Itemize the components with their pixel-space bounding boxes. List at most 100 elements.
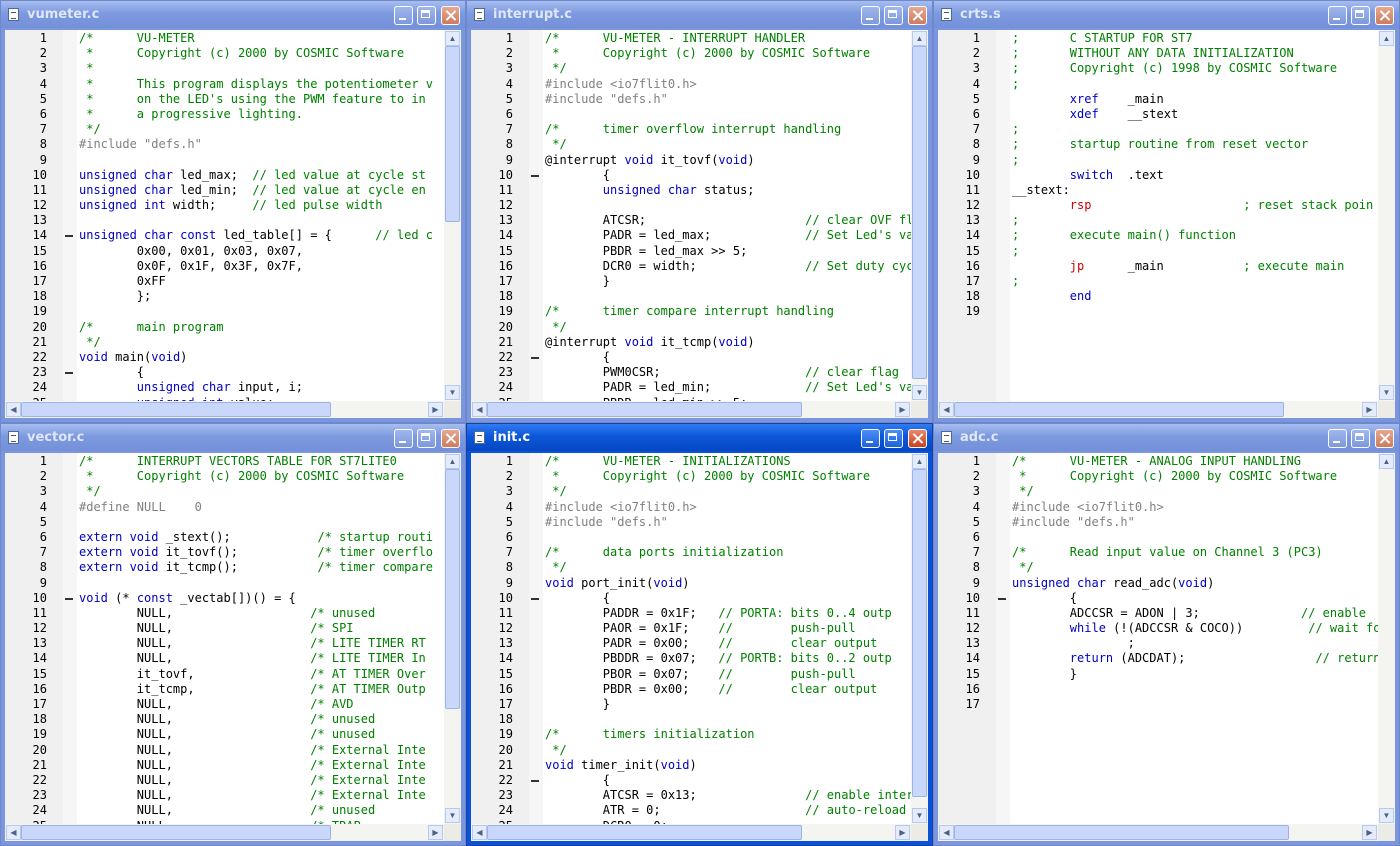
code-line[interactable]: ; C STARTUP FOR ST7 [1010, 31, 1378, 46]
code-line[interactable]: PAOR = 0x1F; // push-pull [543, 621, 911, 636]
scroll-up-arrow-icon[interactable]: ▲ [445, 31, 460, 46]
code-line[interactable]: ATCSR = 0x13; // enable interr [543, 788, 911, 803]
editor-window-interrupt[interactable]: interrupt.c 1 2 3 4 5 6 7 8 9 10 11 12 13 14 15 16 17 18 19… [466, 0, 933, 423]
editor-client[interactable]: 1 2 3 4 5 6 7 8 9 10 11 12 13 14 15 16 17 18 19; C STARTUP… [938, 30, 1395, 418]
horizontal-scroll-thumb[interactable] [487, 402, 802, 417]
code-line[interactable]: */ [1010, 560, 1378, 575]
editor-client[interactable]: 1234567891011121314151617181920212223242… [471, 30, 928, 418]
code-line[interactable]: } [543, 274, 911, 289]
code-line[interactable]: end [1010, 289, 1378, 304]
horizontal-scroll-thumb[interactable] [954, 825, 1289, 840]
minimize-button[interactable] [861, 6, 880, 25]
horizontal-scrollbar[interactable]: ◀ ▶ [938, 401, 1378, 418]
code-line[interactable] [543, 530, 911, 545]
code-line[interactable]: /* VU-METER [77, 31, 444, 46]
scroll-left-arrow-icon[interactable]: ◀ [939, 402, 954, 417]
code-line[interactable]: { [1010, 591, 1378, 606]
code-line[interactable]: /* timers initialization [543, 727, 911, 742]
code-line[interactable] [543, 712, 911, 727]
scroll-right-arrow-icon[interactable]: ▶ [1362, 402, 1377, 417]
code-area[interactable]: /* VU-METER - ANALOG INPUT HANDLING * Co… [1010, 453, 1378, 824]
code-line[interactable]: * a progressive lighting. [77, 107, 444, 122]
fold-collapse-icon[interactable] [996, 591, 1010, 606]
scroll-left-arrow-icon[interactable]: ◀ [472, 402, 487, 417]
scroll-down-arrow-icon[interactable]: ▼ [912, 385, 927, 400]
code-line[interactable]: NULL, /* unused [77, 803, 444, 818]
code-line[interactable]: /* data ports initialization [543, 545, 911, 560]
resize-grip[interactable] [1378, 824, 1395, 841]
fold-collapse-icon[interactable] [529, 591, 543, 606]
code-line[interactable]: * Copyright (c) 2000 by COSMIC Software [543, 469, 911, 484]
code-line[interactable]: NULL, /* External Inte [77, 773, 444, 788]
code-line[interactable]: } [543, 697, 911, 712]
code-line[interactable] [543, 198, 911, 213]
code-line[interactable]: PBDDR = 0x07; // PORTB: bits 0..2 outp [543, 651, 911, 666]
code-line[interactable] [543, 289, 911, 304]
code-line[interactable]: DCR0 = width; // Set duty cycl [543, 259, 911, 274]
code-line[interactable]: */ [543, 484, 911, 499]
resize-grip[interactable] [911, 824, 928, 841]
code-line[interactable]: * Copyright (c) 2000 by COSMIC Software [543, 46, 911, 61]
code-line[interactable]: #include "defs.h" [543, 92, 911, 107]
code-line[interactable]: */ [543, 560, 911, 575]
horizontal-scrollbar[interactable]: ◀ ▶ [471, 401, 911, 418]
minimize-button[interactable] [394, 429, 413, 448]
fold-collapse-icon[interactable] [529, 773, 543, 788]
code-line[interactable]: NULL, /* unused [77, 712, 444, 727]
scroll-up-arrow-icon[interactable]: ▲ [445, 454, 460, 469]
code-area[interactable]: /* INTERRUPT VECTORS TABLE FOR ST7LITE0 … [77, 453, 444, 824]
code-line[interactable]: ; [1010, 636, 1378, 651]
code-line[interactable]: PADR = led_max; // Set Led's val [543, 228, 911, 243]
code-line[interactable]: ; execute main() function [1010, 228, 1378, 243]
code-line[interactable]: void port_init(void) [543, 576, 911, 591]
code-line[interactable]: extern void _stext(); /* startup routi [77, 530, 444, 545]
code-line[interactable]: unsigned char read_adc(void) [1010, 576, 1378, 591]
horizontal-scrollbar[interactable]: ◀ ▶ [471, 824, 911, 841]
code-line[interactable]: */ [543, 743, 911, 758]
editor-client[interactable]: 1234567891011121314151617181920212223242… [5, 453, 461, 841]
editor-window-crts[interactable]: crts.s 1 2 3 4 5 6 7 8 9 10 11 12 13 14 15 16 17 18 19; C S… [933, 0, 1400, 423]
close-button[interactable] [441, 6, 460, 25]
close-button[interactable] [908, 6, 927, 25]
code-line[interactable]: unsigned char led_max; // led value at c… [77, 168, 444, 183]
scroll-right-arrow-icon[interactable]: ▶ [428, 825, 443, 840]
code-line[interactable]: * Copyright (c) 2000 by COSMIC Software [1010, 469, 1378, 484]
code-line[interactable]: it_tcmp, /* AT TIMER Outp [77, 682, 444, 697]
scroll-down-arrow-icon[interactable]: ▼ [912, 808, 927, 823]
code-line[interactable]: NULL, /* External Inte [77, 758, 444, 773]
code-line[interactable]: #include <io7flit0.h> [1010, 500, 1378, 515]
fold-collapse-icon[interactable] [63, 591, 77, 606]
code-line[interactable]: NULL, /* LITE TIMER RT [77, 636, 444, 651]
code-line[interactable]: { [543, 591, 911, 606]
scroll-left-arrow-icon[interactable]: ◀ [939, 825, 954, 840]
close-button[interactable] [1375, 429, 1394, 448]
code-line[interactable]: * This program displays the potentiomete… [77, 77, 444, 92]
resize-grip[interactable] [911, 401, 928, 418]
scroll-down-arrow-icon[interactable]: ▼ [1379, 808, 1394, 823]
code-line[interactable]: ADCCSR = ADON | 3; // enable [1010, 606, 1378, 621]
code-line[interactable] [1010, 682, 1378, 697]
scroll-up-arrow-icon[interactable]: ▲ [912, 31, 927, 46]
code-line[interactable]: { [543, 350, 911, 365]
vertical-scroll-thumb[interactable] [912, 46, 927, 379]
code-line[interactable]: #include <io7flit0.h> [543, 500, 911, 515]
code-line[interactable]: jp _main ; execute main [1010, 259, 1378, 274]
minimize-button[interactable] [1328, 429, 1347, 448]
code-line[interactable]: #include "defs.h" [543, 515, 911, 530]
code-line[interactable]: NULL, /* AVD [77, 697, 444, 712]
code-line[interactable]: extern void it_tovf(); /* timer overflo [77, 545, 444, 560]
code-line[interactable]: /* VU-METER - INTERRUPT HANDLER [543, 31, 911, 46]
code-line[interactable]: #define NULL 0 [77, 500, 444, 515]
maximize-button[interactable] [417, 429, 436, 448]
code-line[interactable]: */ [77, 484, 444, 499]
vertical-scrollbar[interactable]: ▲ ▼ [1378, 30, 1395, 401]
code-line[interactable]: unsigned int width; // led pulse width [77, 198, 444, 213]
code-line[interactable]: { [543, 168, 911, 183]
code-line[interactable]: xdef __stext [1010, 107, 1378, 122]
code-line[interactable]: it_tovf, /* AT TIMER Over [77, 667, 444, 682]
code-line[interactable] [77, 153, 444, 168]
code-line[interactable]: ; [1010, 244, 1378, 259]
code-line[interactable]: ; Copyright (c) 1998 by COSMIC Software [1010, 61, 1378, 76]
resize-grip[interactable] [444, 401, 461, 418]
title-bar[interactable]: vumeter.c [1, 1, 465, 28]
